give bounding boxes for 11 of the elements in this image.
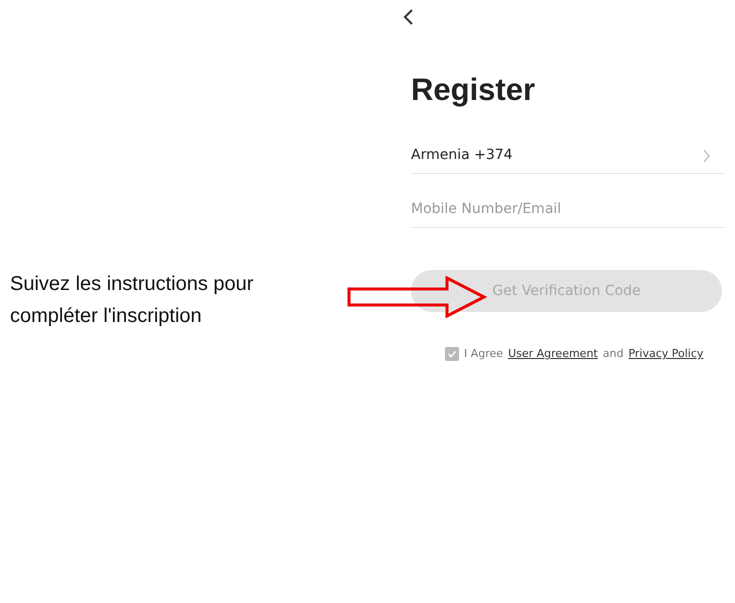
agreement-text: and: [602, 346, 624, 362]
chevron-icon: [702, 148, 711, 162]
country-selector[interactable]: Armenia +374: [411, 138, 725, 174]
arrow-icon: [347, 276, 487, 318]
page-title: Register: [411, 71, 536, 109]
agreement-link[interactable]: User Agreement: [508, 346, 598, 362]
checkmark-icon: [447, 349, 457, 360]
privacy-link[interactable]: Privacy Policy: [628, 346, 704, 362]
checkbox[interactable]: [445, 347, 459, 362]
agreement-text: I Agree: [464, 346, 504, 362]
instruction-text: Suivez les instructions pour compléter l'inscription: [10, 272, 254, 329]
